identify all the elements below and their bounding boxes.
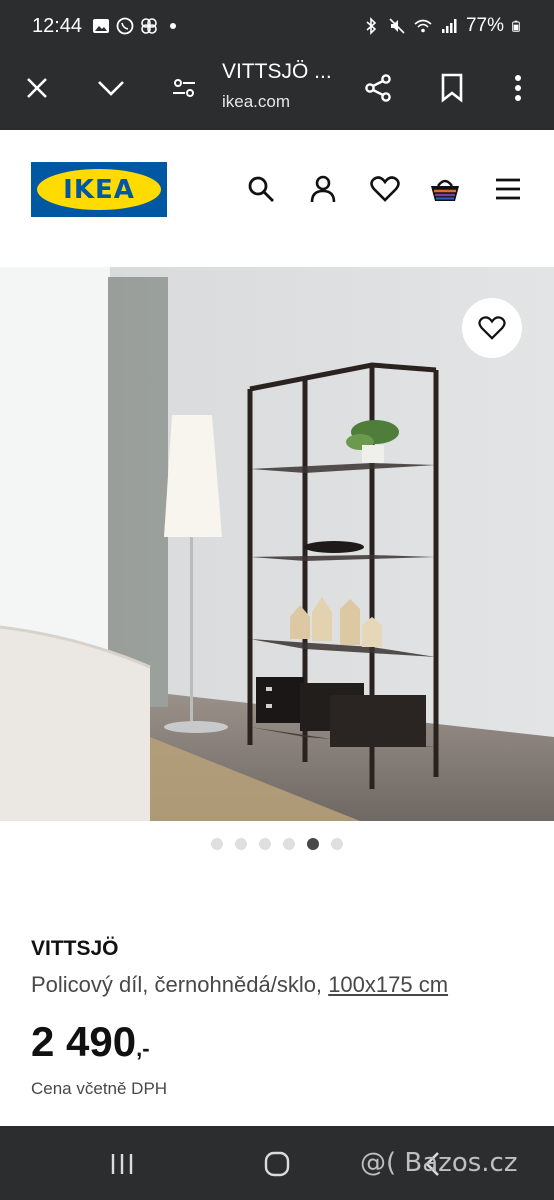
- more-options-button[interactable]: [498, 68, 538, 108]
- chevron-down-icon: [98, 81, 124, 96]
- pagination-dot[interactable]: [259, 838, 271, 850]
- site-header: IKEA: [0, 130, 554, 267]
- home-icon: [264, 1151, 290, 1177]
- signal-icon: [441, 19, 457, 33]
- share-button[interactable]: [358, 68, 398, 108]
- pagination-dot[interactable]: [331, 838, 343, 850]
- watermark-text: @( Bazos.cz: [360, 1148, 518, 1178]
- tune-icon: [173, 79, 195, 97]
- close-tab-button[interactable]: [17, 68, 57, 108]
- wifi-icon: [414, 19, 432, 33]
- wishlist-button[interactable]: [368, 172, 402, 206]
- image-pagination: [0, 838, 554, 854]
- save-to-favourites-button[interactable]: [462, 298, 522, 358]
- status-bar: 12:44 77%: [0, 0, 554, 52]
- ikea-logo[interactable]: IKEA: [31, 162, 167, 217]
- product-description: Policový díl, černohnědá/sklo, 100x175 c…: [31, 972, 448, 998]
- site-settings-button[interactable]: [164, 68, 204, 108]
- browser-toolbar: VITTSJÖ ... ikea.com: [0, 52, 554, 130]
- product-image[interactable]: [0, 267, 554, 821]
- product-type: Policový díl, černohnědá/sklo,: [31, 972, 323, 997]
- cart-button[interactable]: [428, 172, 462, 206]
- product-price: 2 490,-: [31, 1018, 150, 1066]
- battery-icon: [512, 20, 520, 32]
- bookmark-icon: [441, 73, 463, 103]
- pinwheel-icon: [141, 18, 157, 34]
- notification-icons: [92, 17, 176, 35]
- logo-oval: IKEA: [37, 169, 161, 210]
- pagination-dot[interactable]: [211, 838, 223, 850]
- hamburger-menu-icon: [496, 178, 520, 200]
- pagination-dot[interactable]: [235, 838, 247, 850]
- status-time: 12:44: [32, 15, 83, 37]
- bookmark-button[interactable]: [432, 68, 472, 108]
- price-suffix: ,-: [136, 1036, 150, 1061]
- account-button[interactable]: [306, 172, 340, 206]
- more-vertical-icon: [515, 75, 521, 101]
- search-icon: [248, 176, 274, 202]
- screen: 12:44 77% VITTSJÖ ... ikea.com IKEA VITT…: [0, 0, 554, 1200]
- product-name: VITTSJÖ: [31, 937, 119, 960]
- heart-icon: [370, 176, 400, 202]
- bluetooth-icon: [366, 17, 377, 35]
- recent-apps-icon: [111, 1154, 133, 1174]
- page-url[interactable]: ikea.com: [222, 92, 290, 112]
- more-notifications-dot: [170, 23, 176, 29]
- logo-text: IKEA: [63, 174, 135, 205]
- share-icon: [365, 74, 391, 102]
- vat-note: Cena včetně DPH: [31, 1079, 168, 1098]
- system-navigation-bar: @( Bazos.cz: [0, 1126, 554, 1200]
- search-button[interactable]: [244, 172, 278, 206]
- page-title[interactable]: VITTSJÖ ...: [222, 60, 332, 84]
- pagination-dot[interactable]: [307, 838, 319, 850]
- product-dimensions-link[interactable]: 100x175 cm: [328, 972, 448, 997]
- user-icon: [310, 175, 336, 203]
- home-button[interactable]: [257, 1144, 297, 1184]
- shopping-bag-icon: [431, 179, 459, 201]
- battery-percent: 77%: [465, 15, 504, 36]
- mute-icon: [389, 18, 405, 34]
- browser-chrome: 12:44 77% VITTSJÖ ... ikea.com: [0, 0, 554, 130]
- price-main: 2 490: [31, 1018, 137, 1065]
- menu-button[interactable]: [491, 172, 525, 206]
- recent-apps-button[interactable]: [102, 1144, 142, 1184]
- system-icons: 77%: [362, 15, 524, 37]
- heart-icon: [478, 316, 506, 340]
- whatsapp-icon: [116, 17, 134, 35]
- gallery-icon: [93, 19, 109, 33]
- pagination-dot[interactable]: [283, 838, 295, 850]
- collapse-button[interactable]: [91, 68, 131, 108]
- close-icon: [27, 78, 47, 98]
